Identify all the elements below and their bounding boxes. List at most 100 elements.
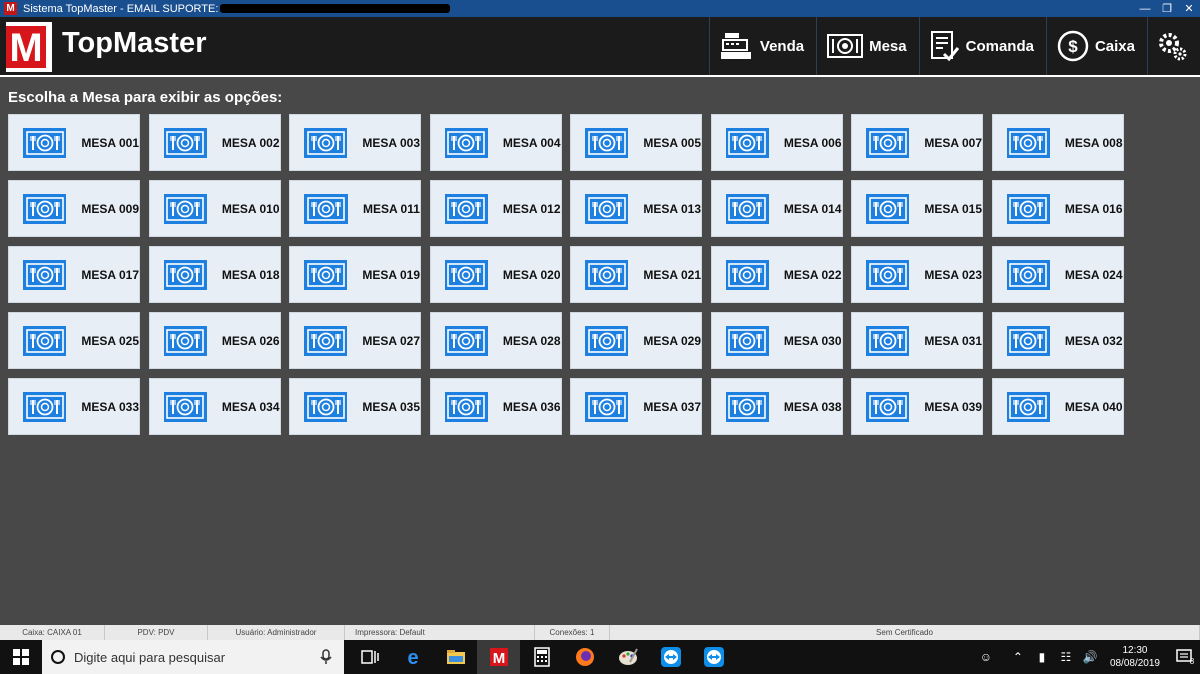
search-input[interactable]: Digite aqui para pesquisar: [74, 650, 316, 665]
notification-center-button[interactable]: 8: [1170, 648, 1200, 666]
table-button-017[interactable]: MESA 017: [8, 246, 140, 303]
table-button-027[interactable]: MESA 027: [289, 312, 421, 369]
table-button-002[interactable]: MESA 002: [148, 114, 281, 171]
table-button-009[interactable]: MESA 009: [8, 180, 140, 237]
table-button-010[interactable]: MESA 010: [148, 180, 281, 237]
table-button-023[interactable]: MESA 023: [851, 246, 983, 303]
minimize-button[interactable]: —: [1134, 0, 1156, 17]
table-icon: [304, 127, 348, 158]
close-button[interactable]: ✕: [1178, 0, 1200, 17]
nav-caixa[interactable]: $ Caixa: [1045, 17, 1147, 75]
table-icon: [23, 391, 67, 422]
table-label: MESA 004: [502, 135, 561, 150]
teamviewer-app-1[interactable]: [649, 640, 692, 674]
table-button-026[interactable]: MESA 026: [148, 312, 281, 369]
file-explorer-app[interactable]: [434, 640, 477, 674]
table-icon: [444, 193, 488, 224]
table-plate-icon: [25, 196, 64, 221]
table-button-020[interactable]: MESA 020: [429, 246, 562, 303]
table-button-033[interactable]: MESA 033: [8, 378, 140, 435]
table-button-014[interactable]: MESA 014: [710, 180, 843, 237]
table-icon: [163, 127, 207, 158]
table-button-013[interactable]: MESA 013: [570, 180, 702, 237]
table-button-036[interactable]: MESA 036: [429, 378, 562, 435]
table-button-038[interactable]: MESA 038: [710, 378, 843, 435]
restore-button[interactable]: ❐: [1156, 0, 1178, 17]
edge-app[interactable]: e: [391, 640, 434, 674]
table-label: MESA 027: [362, 333, 420, 348]
table-plate-icon: [587, 262, 626, 287]
table-plate-icon: [1009, 130, 1048, 155]
topmaster-icon: M: [489, 648, 508, 666]
table-button-032[interactable]: MESA 032: [991, 312, 1124, 369]
table-button-005[interactable]: MESA 005: [570, 114, 702, 171]
table-button-008[interactable]: MESA 008: [991, 114, 1124, 171]
table-button-011[interactable]: MESA 011: [289, 180, 421, 237]
table-plate-icon: [166, 328, 205, 353]
table-label: MESA 039: [924, 399, 982, 414]
task-view-button[interactable]: [348, 640, 391, 674]
table-icon: [163, 391, 207, 422]
status-conexoes: Conexões: 1: [535, 625, 610, 640]
notification-count: 8: [1189, 656, 1195, 666]
table-button-015[interactable]: MESA 015: [851, 180, 983, 237]
table-button-028[interactable]: MESA 028: [429, 312, 562, 369]
table-icon: [1006, 325, 1050, 356]
table-button-003[interactable]: MESA 003: [289, 114, 421, 171]
calculator-app[interactable]: [520, 640, 563, 674]
taskbar-clock[interactable]: 12:30 08/08/2019: [1110, 644, 1160, 670]
table-button-040[interactable]: MESA 040: [991, 378, 1124, 435]
table-button-024[interactable]: MESA 024: [991, 246, 1124, 303]
table-button-016[interactable]: MESA 016: [991, 180, 1124, 237]
table-plate-icon: [1009, 394, 1048, 419]
table-icon: [444, 391, 488, 422]
firefox-app[interactable]: [563, 640, 606, 674]
table-button-037[interactable]: MESA 037: [570, 378, 702, 435]
table-label: MESA 002: [221, 135, 280, 150]
volume-icon[interactable]: 🔊: [1080, 647, 1100, 667]
table-button-006[interactable]: MESA 006: [710, 114, 843, 171]
taskbar-search[interactable]: Digite aqui para pesquisar: [42, 640, 344, 674]
start-button[interactable]: [0, 640, 42, 674]
table-button-035[interactable]: MESA 035: [289, 378, 421, 435]
table-icon: [304, 193, 348, 224]
nav-mesa[interactable]: Mesa: [816, 17, 919, 75]
teamviewer-app-2[interactable]: [692, 640, 735, 674]
table-label: MESA 010: [221, 201, 280, 216]
table-label: MESA 012: [502, 201, 561, 216]
table-button-012[interactable]: MESA 012: [429, 180, 562, 237]
table-button-022[interactable]: MESA 022: [710, 246, 843, 303]
table-plate-icon: [447, 130, 486, 155]
table-button-030[interactable]: MESA 030: [710, 312, 843, 369]
table-button-021[interactable]: MESA 021: [570, 246, 702, 303]
chevron-up-icon[interactable]: ⌃: [1008, 647, 1028, 667]
people-icon[interactable]: ☺: [976, 647, 996, 667]
nav-settings[interactable]: [1147, 17, 1200, 75]
table-label: MESA 005: [643, 135, 701, 150]
wifi-icon[interactable]: ☷: [1056, 647, 1076, 667]
microphone-icon[interactable]: [316, 649, 336, 665]
table-button-004[interactable]: MESA 004: [429, 114, 562, 171]
redacted-email: [220, 4, 451, 14]
table-icon: [1006, 127, 1050, 158]
windows-taskbar: Digite aqui para pesquisar e M ☺ ⌃ ▮ ☷ 🔊…: [0, 640, 1200, 674]
table-plate-icon: [868, 130, 907, 155]
nav-comanda[interactable]: Comanda: [918, 17, 1046, 75]
table-button-031[interactable]: MESA 031: [851, 312, 983, 369]
table-button-025[interactable]: MESA 025: [8, 312, 140, 369]
battery-icon[interactable]: ▮: [1032, 647, 1052, 667]
table-icon: [866, 391, 910, 422]
table-button-018[interactable]: MESA 018: [148, 246, 281, 303]
nav-venda[interactable]: Venda: [708, 17, 816, 75]
windows-icon: [13, 649, 29, 665]
table-button-007[interactable]: MESA 007: [851, 114, 983, 171]
table-button-034[interactable]: MESA 034: [148, 378, 281, 435]
table-icon: [304, 391, 348, 422]
table-button-039[interactable]: MESA 039: [851, 378, 983, 435]
table-button-029[interactable]: MESA 029: [570, 312, 702, 369]
topmaster-app[interactable]: M: [477, 640, 520, 674]
table-label: MESA 024: [1064, 267, 1123, 282]
paint-app[interactable]: [606, 640, 649, 674]
table-button-001[interactable]: MESA 001: [8, 114, 140, 171]
table-button-019[interactable]: MESA 019: [289, 246, 421, 303]
